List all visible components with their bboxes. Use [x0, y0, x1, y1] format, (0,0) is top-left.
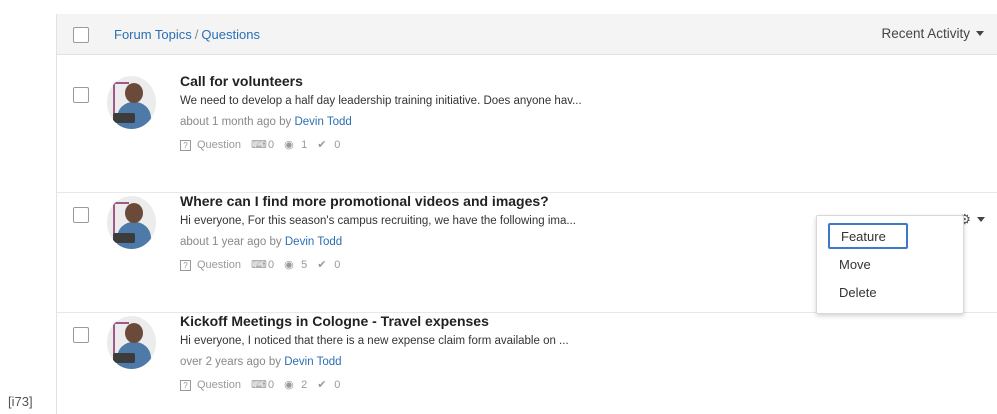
topic-type: Question — [197, 259, 242, 271]
author-link[interactable]: Devin Todd — [285, 236, 342, 248]
view-count: 2 — [301, 379, 308, 391]
menu-item-delete[interactable]: Delete — [828, 281, 908, 307]
question-icon: ? — [180, 139, 191, 151]
topic-excerpt: Hi everyone, I noticed that there is a n… — [180, 335, 569, 347]
forum-topic-list: Forum Topics / Questions Recent Activity C… — [56, 14, 997, 414]
menu-item-move[interactable]: Move — [828, 253, 908, 279]
topic-meta: over 2 years ago by Devin Todd — [180, 356, 342, 368]
sort-dropdown[interactable]: Recent Activity — [881, 26, 984, 41]
view-count: 5 — [301, 259, 308, 271]
breadcrumb-forum-topics[interactable]: Forum Topics — [114, 27, 192, 42]
thumbs-up-icon[interactable]: ✔ — [317, 379, 328, 391]
list-header: Forum Topics / Questions Recent Activity — [57, 14, 997, 55]
topic-type: Question — [197, 139, 242, 151]
topic-timestamp: about 1 month ago by — [180, 116, 292, 128]
replies-icon: ⌨ — [251, 258, 267, 271]
topic-actions-dropdown: Feature Move Delete — [816, 215, 964, 314]
topic-title[interactable]: Where can I find more promotional videos… — [180, 193, 549, 209]
question-icon: ? — [180, 379, 191, 391]
sort-label: Recent Activity — [881, 26, 970, 41]
topic-excerpt: Hi everyone, For this season's campus re… — [180, 215, 576, 227]
topic-checkbox[interactable] — [73, 87, 89, 103]
author-link[interactable]: Devin Todd — [294, 116, 351, 128]
like-count: 0 — [334, 139, 341, 151]
chevron-down-icon — [976, 31, 984, 36]
reply-count: 0 — [268, 379, 275, 391]
chevron-down-icon — [977, 217, 985, 222]
reply-count: 0 — [268, 139, 275, 151]
topic-stats: ? Question ⌨ 0 ◉ 2 ✔ 0 — [180, 379, 350, 391]
avatar[interactable] — [107, 76, 156, 129]
views-icon: ◉ — [284, 378, 294, 391]
breadcrumb: Forum Topics / Questions — [114, 27, 260, 42]
question-icon: ? — [180, 259, 191, 271]
like-count: 0 — [334, 259, 341, 271]
thumbs-up-icon[interactable]: ✔ — [317, 139, 328, 151]
like-count: 0 — [334, 379, 341, 391]
topic-meta: about 1 year ago by Devin Todd — [180, 236, 342, 248]
avatar[interactable] — [107, 316, 156, 369]
topic-row: Call for volunteers We need to develop a… — [57, 73, 997, 193]
replies-icon: ⌨ — [251, 138, 267, 151]
replies-icon: ⌨ — [251, 378, 267, 391]
topic-title[interactable]: Kickoff Meetings in Cologne - Travel exp… — [180, 313, 489, 329]
topic-timestamp: about 1 year ago by — [180, 236, 282, 248]
breadcrumb-questions[interactable]: Questions — [201, 27, 260, 42]
breadcrumb-separator: / — [194, 27, 199, 42]
topic-type: Question — [197, 379, 242, 391]
topic-excerpt: We need to develop a half day leadership… — [180, 95, 582, 107]
topic-timestamp: over 2 years ago by — [180, 356, 282, 368]
avatar[interactable] — [107, 196, 156, 249]
topic-meta: about 1 month ago by Devin Todd — [180, 116, 352, 128]
topic-stats: ? Question ⌨ 0 ◉ 1 ✔ 0 — [180, 139, 350, 151]
topic-checkbox[interactable] — [73, 327, 89, 343]
menu-item-feature[interactable]: Feature — [828, 223, 908, 249]
topic-checkbox[interactable] — [73, 207, 89, 223]
views-icon: ◉ — [284, 258, 294, 271]
author-link[interactable]: Devin Todd — [284, 356, 341, 368]
thumbs-up-icon[interactable]: ✔ — [317, 259, 328, 271]
topic-title[interactable]: Call for volunteers — [180, 73, 303, 89]
topic-stats: ? Question ⌨ 0 ◉ 5 ✔ 0 — [180, 259, 350, 271]
view-count: 1 — [301, 139, 308, 151]
topic-row: Kickoff Meetings in Cologne - Travel exp… — [57, 313, 997, 414]
reply-count: 0 — [268, 259, 275, 271]
views-icon: ◉ — [284, 138, 294, 151]
image-index-label: [i73] — [8, 394, 33, 409]
select-all-checkbox[interactable] — [73, 27, 89, 43]
